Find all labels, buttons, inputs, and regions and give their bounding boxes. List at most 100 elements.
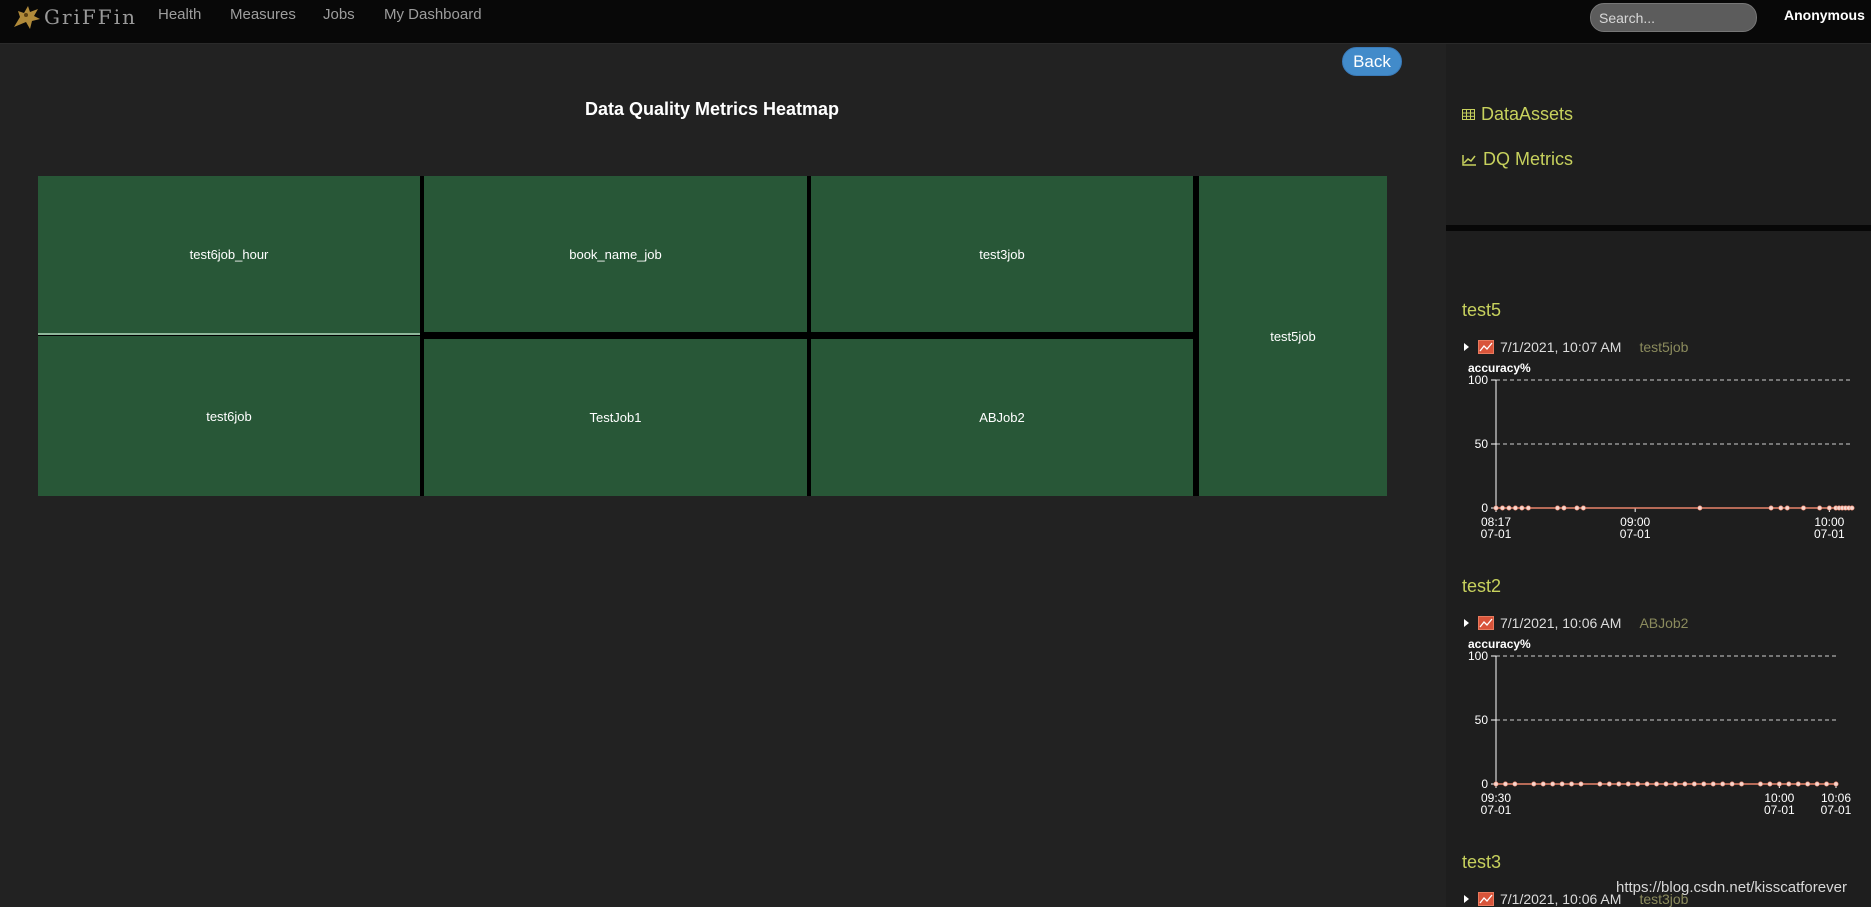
chart-data-point — [1625, 781, 1631, 787]
heatmap-cell-test3job[interactable]: test3job — [811, 176, 1193, 332]
nav-measures[interactable]: Measures — [230, 6, 296, 23]
chart-data-point — [1635, 781, 1641, 787]
sidebar: DataAssets DQ Metrics test5 7/1/2021, 10… — [1446, 44, 1871, 907]
expand-triangle-icon — [1464, 343, 1469, 351]
chart-data-point — [1739, 781, 1745, 787]
sidebar-link-label: DQ Metrics — [1483, 149, 1573, 169]
chart-data-point — [1493, 781, 1499, 787]
chart-y-tick-label: 100 — [1468, 649, 1488, 663]
chart-data-point — [1776, 781, 1782, 787]
chart-data-point — [1729, 781, 1735, 787]
chart-data-point — [1493, 505, 1499, 511]
metric-job-name[interactable]: ABJob2 — [1639, 615, 1688, 631]
sidebar-link-label: DataAssets — [1481, 104, 1574, 124]
chart-y-tick-label: 50 — [1475, 713, 1489, 727]
chart-image-icon — [1478, 892, 1494, 906]
heatmap-cell-test6job-hour[interactable]: test6job_hour — [38, 176, 420, 335]
heatmap-cell-abjob2[interactable]: ABJob2 — [811, 339, 1193, 496]
heatmap-cell-test6job[interactable]: test6job — [38, 336, 420, 496]
chart-data-point — [1554, 505, 1560, 511]
chart-x-tick-label: 07-01 — [1481, 527, 1512, 541]
chart-data-point — [1768, 505, 1774, 511]
group-title-test3[interactable]: test3 — [1462, 852, 1501, 873]
brand[interactable]: GriFFin — [12, 2, 137, 32]
chart-data-point — [1502, 781, 1508, 787]
chart-data-point — [1784, 505, 1790, 511]
chart-data-point — [1654, 781, 1660, 787]
nav-health[interactable]: Health — [158, 6, 201, 23]
chart-data-point — [1519, 505, 1525, 511]
chart-data-point — [1697, 505, 1703, 511]
heatmap-cell-testjob1[interactable]: TestJob1 — [424, 339, 807, 496]
chart-image-icon — [1478, 340, 1494, 354]
chart-data-point — [1531, 781, 1537, 787]
page-title: Data Quality Metrics Heatmap — [584, 99, 840, 119]
metric-timestamp: 7/1/2021, 10:06 AM — [1500, 891, 1622, 907]
chart-data-point — [1800, 505, 1806, 511]
user-menu[interactable]: Anonymous — [1784, 7, 1865, 23]
watermark: https://blog.csdn.net/kisscatforever — [1616, 879, 1847, 896]
chart-data-point — [1580, 505, 1586, 511]
expand-triangle-icon — [1464, 895, 1469, 903]
chart-x-tick-label: 07-01 — [1764, 803, 1795, 817]
chart-data-point — [1805, 781, 1811, 787]
chart-data-point — [1833, 781, 1839, 787]
chart-data-point — [1672, 781, 1678, 787]
chart-data-point — [1569, 781, 1575, 787]
chart-data-point — [1644, 781, 1650, 787]
chart-x-tick-label: 07-01 — [1481, 803, 1512, 817]
chart-data-point — [1786, 781, 1792, 787]
chart-data-point — [1849, 505, 1855, 511]
chart-y-tick-label: 50 — [1475, 437, 1489, 451]
metric-entry-test2[interactable]: 7/1/2021, 10:06 AM ABJob2 — [1462, 615, 1688, 631]
sidebar-link-dataassets[interactable]: DataAssets — [1462, 104, 1573, 125]
sidebar-link-dq-metrics[interactable]: DQ Metrics — [1462, 149, 1573, 170]
heatmap-cell-book-name-job[interactable]: book_name_job — [424, 176, 807, 332]
chart-data-point — [1597, 781, 1603, 787]
chart-data-point — [1824, 781, 1830, 787]
search-input[interactable] — [1590, 3, 1757, 32]
metric-job-name[interactable]: test5job — [1639, 339, 1688, 355]
chart-data-point — [1540, 781, 1546, 787]
chart-image-icon — [1478, 616, 1494, 630]
accuracy-chart-test5: accuracy%10050008:1707-0109:0007-0110:00… — [1468, 362, 1855, 541]
line-chart-icon — [1462, 154, 1476, 166]
chart-data-point — [1606, 781, 1612, 787]
chart-data-point — [1826, 505, 1832, 511]
chart-y-tick-label: 0 — [1481, 501, 1488, 515]
back-button[interactable]: Back — [1342, 47, 1402, 76]
metric-timestamp: 7/1/2021, 10:07 AM — [1500, 339, 1622, 355]
chart-data-point — [1817, 505, 1823, 511]
chart-x-tick-label: 07-01 — [1821, 803, 1852, 817]
nav-jobs[interactable]: Jobs — [323, 6, 355, 23]
chart-data-point — [1682, 781, 1688, 787]
chart-data-point — [1574, 505, 1580, 511]
heatmap-cell-test5job[interactable]: test5job — [1199, 176, 1387, 496]
chart-data-point — [1512, 781, 1518, 787]
group-title-test2[interactable]: test2 — [1462, 576, 1501, 597]
group-title-test5[interactable]: test5 — [1462, 300, 1501, 321]
top-navbar: GriFFin Health Measures Jobs My Dashboar… — [0, 0, 1871, 44]
metric-entry-test5[interactable]: 7/1/2021, 10:07 AM test5job — [1462, 339, 1688, 355]
chart-data-point — [1720, 781, 1726, 787]
chart-data-point — [1710, 781, 1716, 787]
chart-data-point — [1701, 781, 1707, 787]
metric-timestamp: 7/1/2021, 10:06 AM — [1500, 615, 1622, 631]
chart-x-tick-label: 07-01 — [1620, 527, 1651, 541]
chart-data-point — [1814, 781, 1820, 787]
chart-data-point — [1795, 781, 1801, 787]
chart-data-point — [1578, 781, 1584, 787]
chart-data-point — [1616, 781, 1622, 787]
chart-data-point — [1767, 781, 1773, 787]
chart-data-point — [1778, 505, 1784, 511]
nav-my-dashboard[interactable]: My Dashboard — [384, 6, 482, 23]
chart-data-point — [1691, 781, 1697, 787]
griffin-logo-icon — [14, 6, 40, 29]
chart-data-point — [1512, 505, 1518, 511]
chart-y-tick-label: 100 — [1468, 373, 1488, 387]
expand-triangle-icon — [1464, 619, 1469, 627]
chart-data-point — [1663, 781, 1669, 787]
accuracy-chart-test2: accuracy%10050009:3007-0110:0007-0110:06… — [1468, 638, 1852, 817]
chart-data-point — [1559, 781, 1565, 787]
heatmap: test6job_hour test6job book_name_job Tes… — [38, 176, 1387, 496]
